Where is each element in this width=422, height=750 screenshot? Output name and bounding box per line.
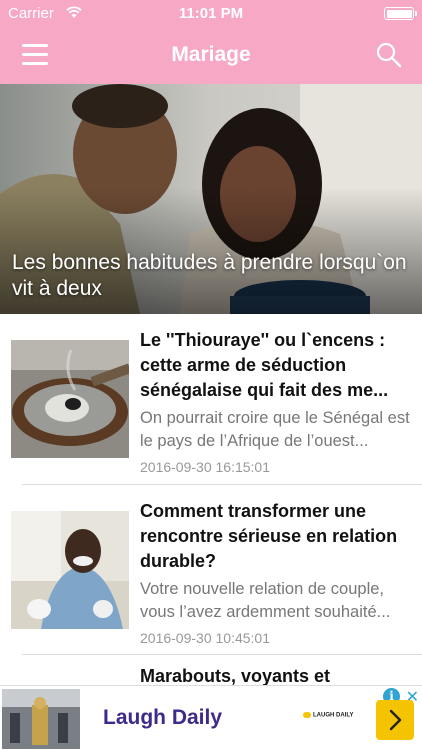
article-excerpt: Votre nouvelle relation de couple, vous …	[140, 580, 391, 621]
page-title: Mariage	[171, 43, 251, 66]
article-date: 2016-09-30 16:15:01	[140, 459, 270, 475]
clock: 11:01 PM	[178, 5, 244, 22]
article-title: Comment transformer une rencontre sérieu…	[140, 501, 398, 571]
ad-banner[interactable]: Laugh Daily LAUGH DAILY i ✕	[0, 685, 422, 750]
article-date: 2016-09-30 10:45:01	[140, 630, 270, 646]
article-excerpt: On pourrait croire que le Sénégal est le…	[140, 409, 410, 450]
chevron-right-icon	[389, 709, 402, 731]
article-item[interactable]: Comment transformer une rencontre sérieu…	[0, 485, 422, 655]
article-title: Le ''Thiouraye'' ou l`encens : cette arm…	[140, 330, 389, 400]
ad-image	[2, 689, 80, 749]
featured-article[interactable]: Les bonnes habitudes à prendre lorsqu`on…	[0, 84, 422, 314]
article-title[interactable]: Marabouts, voyants et	[140, 666, 330, 687]
status-bar: Carrier 11:01 PM	[0, 0, 422, 28]
featured-article-title: Les bonnes habitudes à prendre lorsqu`on…	[12, 251, 407, 300]
divider	[22, 654, 422, 655]
ad-cta-button[interactable]	[376, 700, 414, 740]
ad-logo: LAUGH DAILY	[303, 712, 353, 719]
ad-title: Laugh Daily	[103, 706, 223, 729]
article-thumbnail	[11, 340, 129, 458]
article-item[interactable]: Le ''Thiouraye'' ou l`encens : cette arm…	[0, 314, 422, 484]
article-thumbnail	[11, 511, 129, 629]
navigation-bar: Mariage	[0, 28, 422, 84]
battery-icon	[384, 7, 417, 20]
search-icon[interactable]	[376, 42, 402, 68]
